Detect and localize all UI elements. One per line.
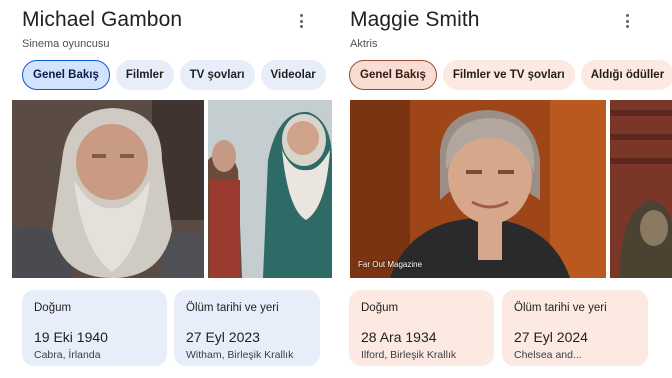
birth-card[interactable]: Doğum 28 Ara 1934 Ilford, Birleşik Krall… <box>349 290 494 366</box>
death-label: Ölüm tarihi ve yeri <box>186 302 279 314</box>
tab-movies[interactable]: Filmler <box>115 60 174 90</box>
death-place: Chelsea and... <box>514 349 582 361</box>
birth-label: Doğum <box>361 302 399 314</box>
entity-subtitle: Aktris <box>350 38 378 50</box>
entity-title: Maggie Smith <box>350 8 480 31</box>
birth-card[interactable]: Doğum 19 Eki 1940 Cabra, İrlanda <box>22 290 167 366</box>
death-date: 27 Eyl 2024 <box>514 329 588 345</box>
birth-place: Ilford, Birleşik Krallık <box>361 349 457 361</box>
tab-videos[interactable]: Videolar <box>260 60 326 90</box>
portrait-photo[interactable] <box>12 100 204 278</box>
birth-label: Doğum <box>34 302 72 314</box>
death-card[interactable]: Ölüm tarihi ve yeri 27 Eyl 2023 Witham, … <box>174 290 320 366</box>
tab-chips: Genel Bakış Filmler TV şovları Videolar <box>22 60 326 90</box>
tab-awards[interactable]: Aldığı ödüller <box>580 60 672 90</box>
tab-tv-shows[interactable]: TV şovları <box>179 60 255 90</box>
death-card[interactable]: Ölüm tarihi ve yeri 27 Eyl 2024 Chelsea … <box>502 290 648 366</box>
portrait-photo[interactable]: Far Out Magazine <box>350 100 606 278</box>
knowledge-panel-michael-gambon: Michael Gambon Sinema oyuncusu Genel Bak… <box>0 0 336 378</box>
tab-overview[interactable]: Genel Bakış <box>22 60 110 90</box>
death-label: Ölüm tarihi ve yeri <box>514 302 607 314</box>
tab-overview[interactable]: Genel Bakış <box>349 60 437 90</box>
more-options-icon[interactable] <box>620 12 634 30</box>
more-options-icon[interactable] <box>294 12 308 30</box>
birth-date: 19 Eki 1940 <box>34 329 108 345</box>
death-place: Witham, Birleşik Krallık <box>186 349 294 361</box>
tab-movies-tv[interactable]: Filmler ve TV şovları <box>442 60 575 90</box>
scene-photo[interactable] <box>610 100 672 278</box>
birth-place: Cabra, İrlanda <box>34 349 101 361</box>
death-date: 27 Eyl 2023 <box>186 329 260 345</box>
entity-title: Michael Gambon <box>22 8 183 31</box>
birth-date: 28 Ara 1934 <box>361 329 437 345</box>
knowledge-panel-maggie-smith: Maggie Smith Aktris Genel Bakış Filmler … <box>336 0 672 378</box>
photo-credit: Far Out Magazine <box>358 260 423 269</box>
tab-chips: Genel Bakış Filmler ve TV şovları Aldığı… <box>349 60 672 90</box>
entity-subtitle: Sinema oyuncusu <box>22 38 110 50</box>
scene-photo[interactable] <box>208 100 332 278</box>
